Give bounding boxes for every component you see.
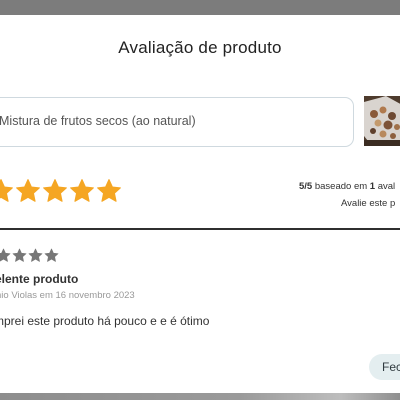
review-modal: Avaliação de produto Mistura de frutos s… xyxy=(0,15,400,393)
star-icon xyxy=(44,248,59,262)
star-icon xyxy=(12,248,27,262)
rating-score: 5/5 xyxy=(299,181,313,192)
product-name: Mistura de frutos secos (ao natural) xyxy=(0,114,196,128)
star-icon xyxy=(43,179,67,202)
average-rating-stars xyxy=(0,178,122,206)
rating-summary-text-end: aval xyxy=(377,181,396,192)
product-photo-icon xyxy=(364,96,400,146)
section-divider xyxy=(0,228,400,230)
modal-title: Avaliação de produto xyxy=(118,38,282,57)
star-icon xyxy=(0,248,11,262)
review-body: mprei este produto há pouco e e é ótimo xyxy=(0,314,210,328)
rating-count: 1 xyxy=(369,181,376,192)
star-icon xyxy=(16,179,40,202)
review-title: elente produto xyxy=(0,272,79,286)
product-thumbnail xyxy=(364,96,400,146)
rating-summary: 5/5 baseado em 1 aval xyxy=(299,181,395,192)
star-icon xyxy=(28,248,43,262)
review-meta: nio Violas em 16 novembro 2023 xyxy=(0,290,135,301)
rate-product-link[interactable]: Avalie este p xyxy=(341,198,395,209)
review-stars xyxy=(0,248,59,263)
star-icon xyxy=(0,179,13,202)
star-icon xyxy=(97,179,121,202)
close-button[interactable]: Fec xyxy=(369,354,400,380)
product-name-field: Mistura de frutos secos (ao natural) xyxy=(0,97,354,147)
rating-summary-text: baseado em xyxy=(314,181,368,192)
star-icon xyxy=(70,179,94,202)
